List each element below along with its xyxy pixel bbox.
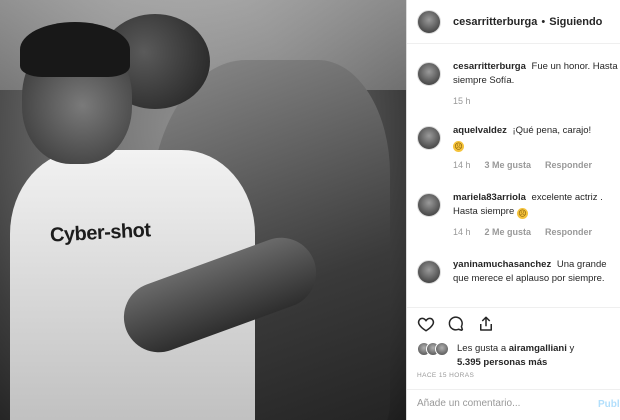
likes-conj: y: [569, 343, 575, 354]
comment-time[interactable]: 14 h: [453, 158, 471, 172]
add-comment-input[interactable]: [417, 398, 587, 409]
comment-likes[interactable]: 3 Me gusta: [485, 158, 532, 172]
likes-prefix: Les gusta a: [457, 343, 507, 354]
comment-username[interactable]: cesarritterburga: [453, 61, 526, 72]
post-header: cesarritterburga • Siguiendo: [407, 0, 620, 44]
sad-face-emoji-icon: ☹: [516, 208, 528, 219]
actions-divider: [407, 307, 620, 308]
post-photo[interactable]: Cyber-shot: [0, 0, 406, 420]
header-separator: •: [541, 15, 546, 28]
photo-figure-man-hair: [20, 22, 130, 77]
comments-panel: cesarritterburga • Siguiendo cesarritter…: [407, 0, 620, 420]
following-button[interactable]: Siguiendo: [549, 16, 602, 28]
comment-username[interactable]: yaninamuchasanchez: [453, 259, 551, 270]
comment-likes[interactable]: 2 Me gusta: [485, 225, 532, 239]
comment-username[interactable]: mariela83arriola: [453, 192, 526, 203]
publish-button[interactable]: Publicar: [598, 399, 620, 410]
comment-avatar[interactable]: [417, 193, 441, 217]
comment-username[interactable]: aquelvaldez: [453, 125, 507, 136]
post-timestamp[interactable]: HACE 15 HORAS: [417, 372, 474, 379]
reply-button[interactable]: Responder: [545, 225, 592, 239]
comment-time[interactable]: 14 h: [453, 225, 471, 239]
comment-item: aquelvaldez ¡Qué pena, carajo! ☹ 14 h 3 …: [417, 124, 592, 172]
action-bar: [417, 315, 495, 333]
author-avatar[interactable]: [417, 9, 441, 34]
comment-item: yaninamuchasanchez Una grande que merece…: [417, 258, 620, 286]
add-comment-divider: [407, 389, 620, 390]
comment-icon[interactable]: [447, 315, 465, 333]
reply-button[interactable]: Responder: [545, 158, 592, 172]
sad-face-emoji-icon: ☹: [453, 141, 464, 152]
liker-avatar[interactable]: [435, 342, 449, 356]
comment-text: ¡Qué pena, carajo!: [512, 125, 592, 136]
comment-avatar[interactable]: [417, 126, 441, 150]
heart-icon[interactable]: [417, 315, 435, 333]
comment-avatar[interactable]: [417, 62, 441, 86]
author-username[interactable]: cesarritterburga: [453, 16, 537, 28]
comment-avatar[interactable]: [417, 260, 441, 284]
comment-time[interactable]: 15 h: [453, 94, 471, 108]
likes-count[interactable]: 5.395 personas más: [457, 357, 547, 368]
liker-username[interactable]: airamgalliani: [509, 343, 567, 354]
share-icon[interactable]: [477, 315, 495, 333]
comment-item: mariela83arriola excelente actriz . Hast…: [417, 191, 620, 239]
comment-item: cesarritterburga Fue un honor. Hasta sie…: [417, 60, 620, 108]
likes-summary: Les gusta a airamgalliani y 5.395 person…: [417, 342, 574, 370]
